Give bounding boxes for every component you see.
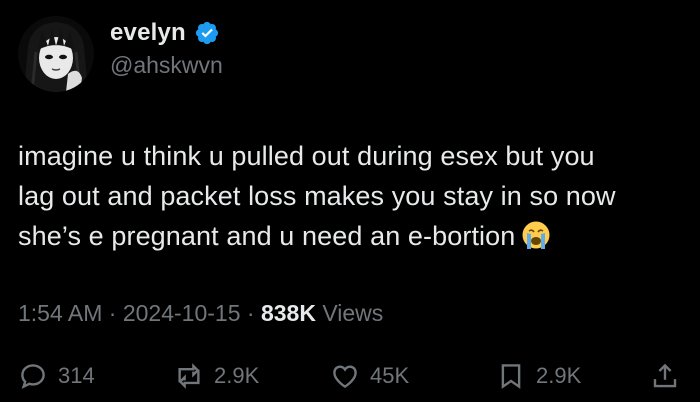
views-label: Views — [322, 300, 384, 326]
tweet-text-line: imagine u think u pulled out during esex… — [18, 141, 595, 171]
tweet-text-line: lag out and packet loss makes you stay i… — [18, 181, 616, 211]
bookmark-icon — [501, 364, 521, 389]
share-button[interactable] — [650, 356, 680, 396]
post-time[interactable]: 1:54 AM — [18, 300, 102, 326]
handle[interactable]: @ahskwvn — [110, 52, 223, 79]
like-button[interactable]: 45K — [330, 356, 409, 396]
meta-separator: · — [246, 300, 255, 326]
repost-button[interactable]: 2.9K — [174, 356, 259, 396]
heart-icon — [333, 365, 357, 389]
author-block: evelyn @ahskwvn — [110, 18, 223, 79]
reply-count: 314 — [58, 363, 95, 388]
bookmark-count: 2.9K — [536, 363, 582, 388]
post-meta: 1:54 AM · 2024-10-15 · 838K Views — [18, 300, 383, 327]
post: evelyn @ahskwvn imagine u think u pulled… — [0, 0, 700, 402]
bookmark-button[interactable]: 2.9K — [496, 356, 581, 396]
tweet-text-line-content: she’s e pregnant and u need an e-bortion — [18, 221, 516, 251]
like-count: 45K — [370, 363, 410, 388]
share-icon — [653, 363, 677, 388]
loudly-crying-face-emoji — [521, 220, 551, 250]
avatar-image — [18, 16, 94, 92]
name-row: evelyn — [110, 18, 223, 48]
tweet-text: imagine u think u pulled out during esex… — [18, 136, 698, 256]
views-count: 838K — [260, 300, 316, 326]
reply-button[interactable]: 314 — [18, 356, 95, 396]
tweet-text-line: she’s e pregnant and u need an e-bortion — [18, 216, 698, 256]
reply-icon — [21, 364, 45, 389]
repost-count: 2.9K — [214, 363, 260, 388]
action-bar: 314 2.9K 45K 2.9K — [18, 356, 682, 396]
post-date[interactable]: 2024-10-15 — [123, 300, 241, 326]
avatar[interactable] — [18, 16, 94, 92]
display-name[interactable]: evelyn — [110, 19, 186, 47]
repost-icon — [178, 363, 200, 389]
meta-separator: · — [108, 300, 117, 326]
verified-badge-icon[interactable] — [194, 20, 220, 46]
